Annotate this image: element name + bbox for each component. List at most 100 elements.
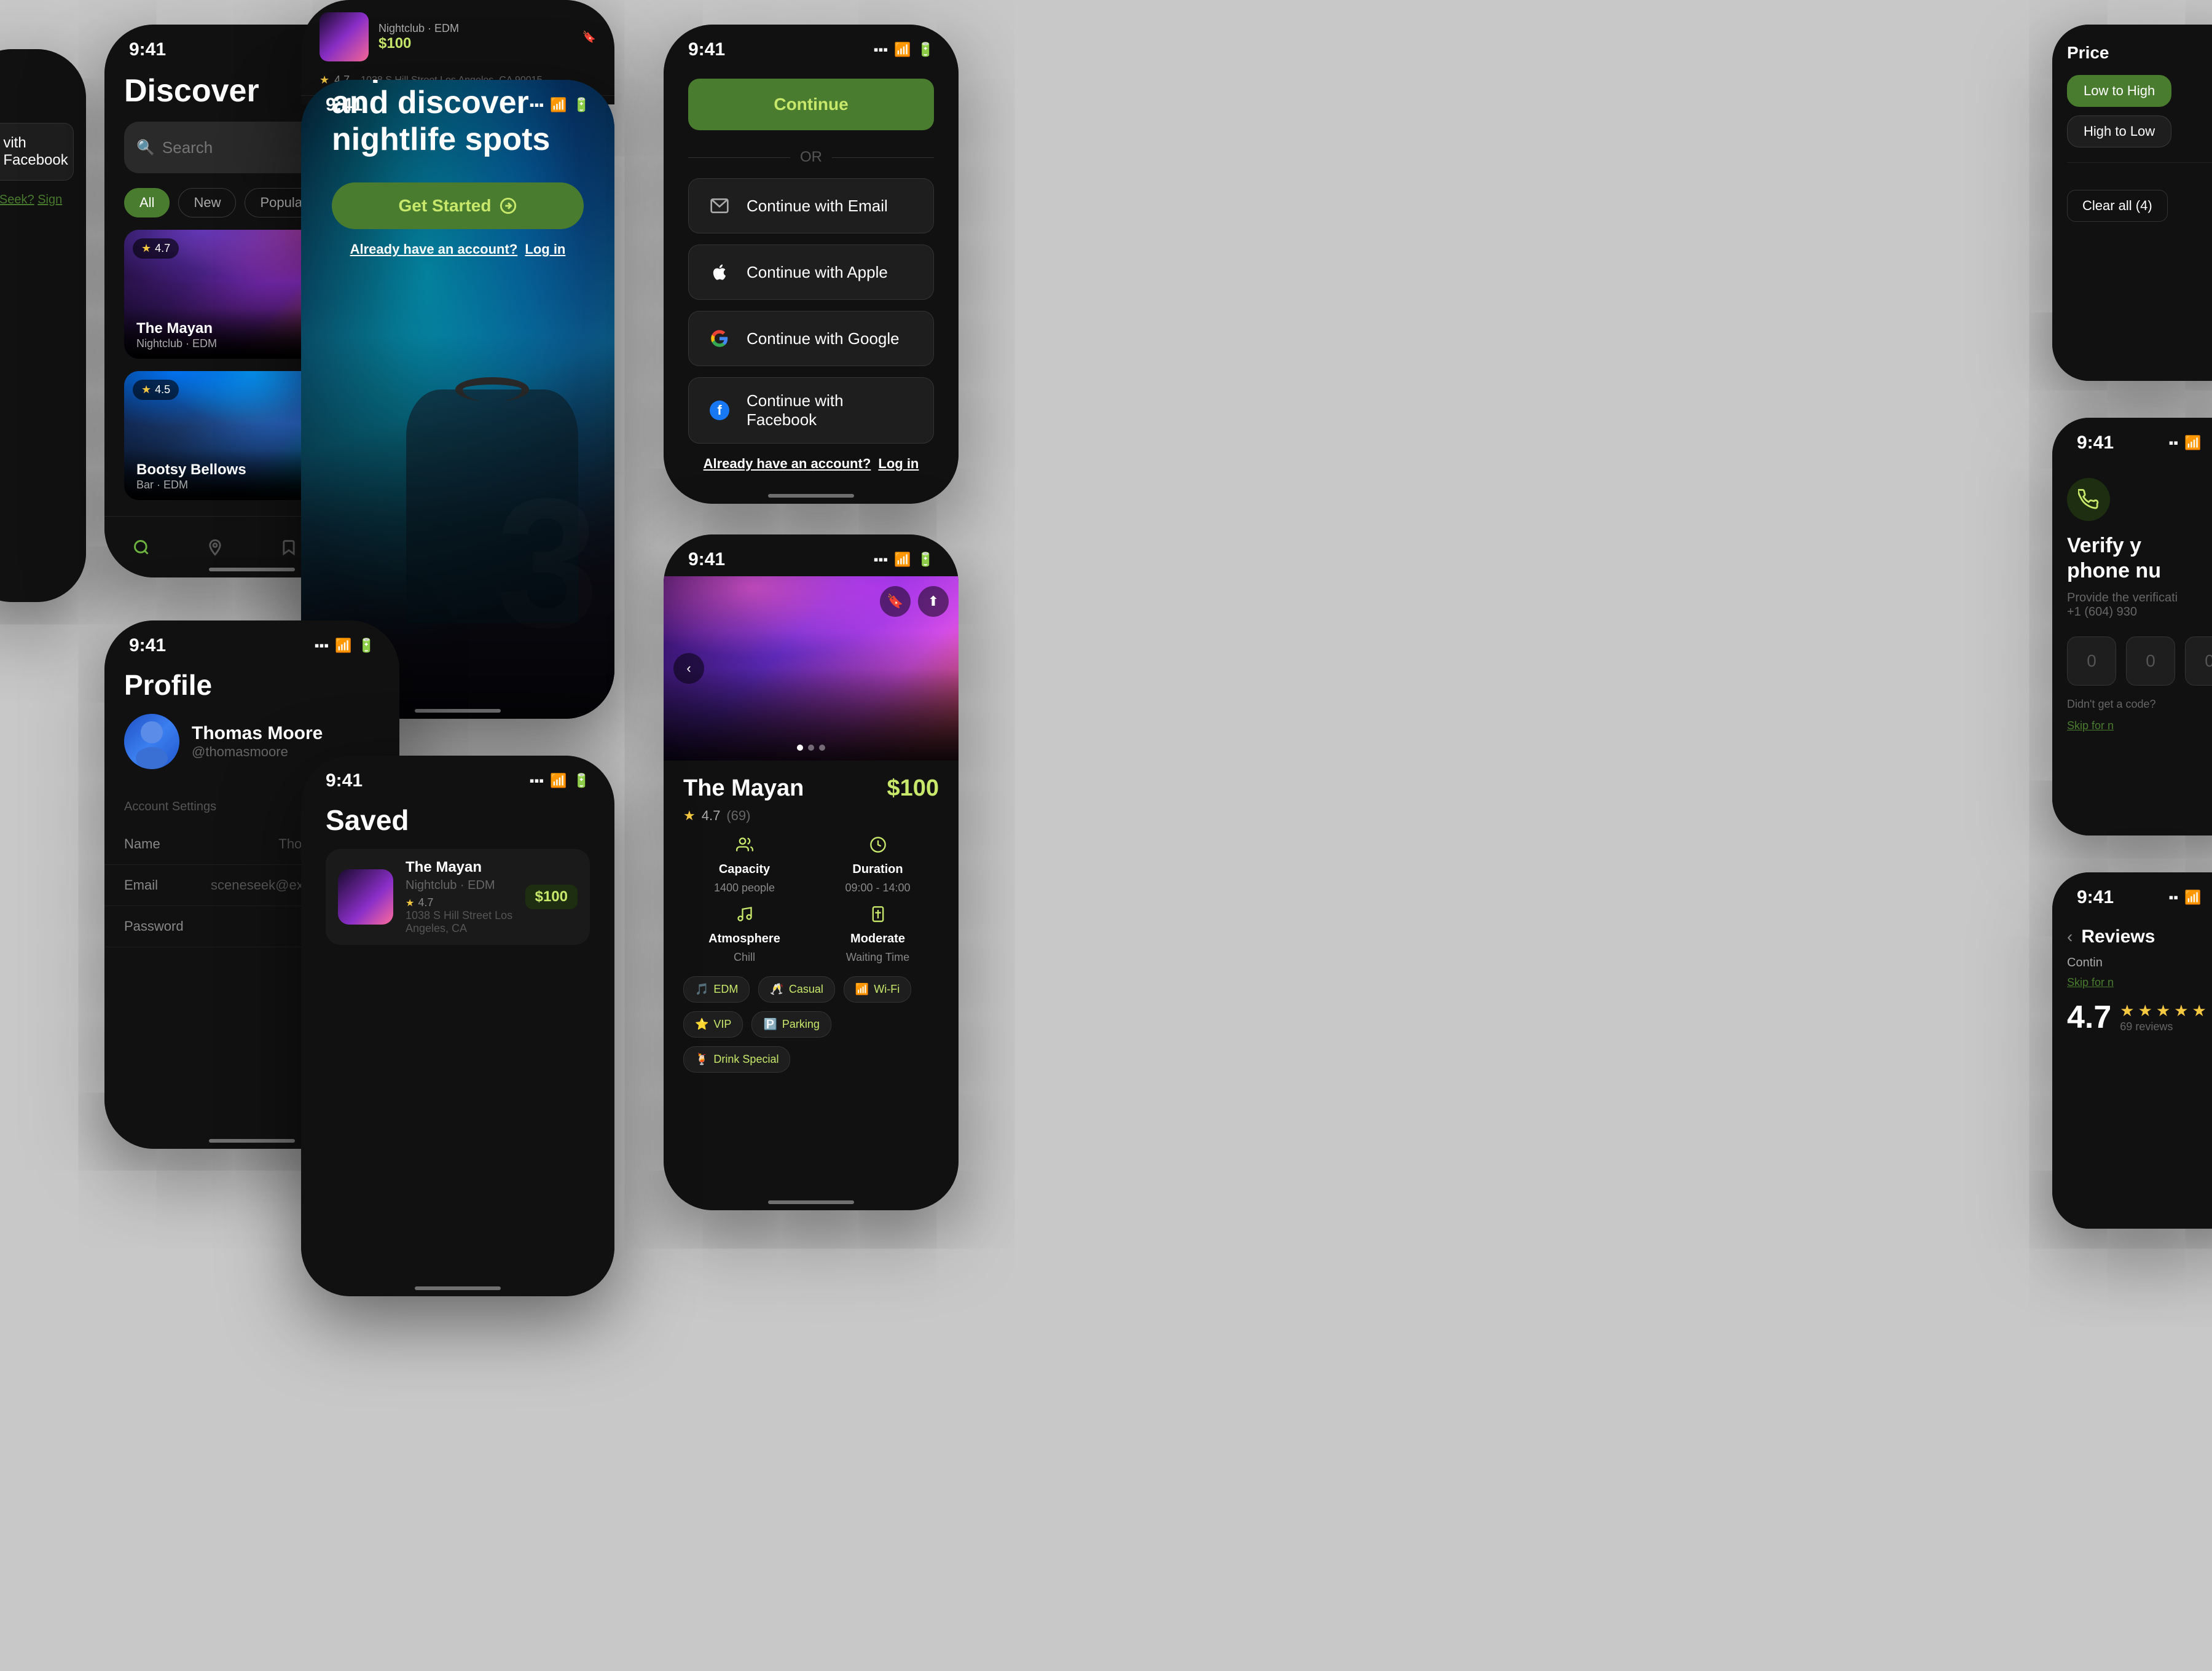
star-3: ★ [2156,1001,2170,1020]
status-bar-reviews: 9:41 ▪▪ 📶 🔋 [2052,872,2212,914]
get-started-button[interactable]: Get Started [332,182,584,229]
skip-reviews-link[interactable]: Skip for n [2067,976,2212,989]
or-divider: OR [688,149,934,166]
continue-apple-button[interactable]: Continue with Apple [688,245,934,300]
tag-drink: 🍹 Drink Special [683,1046,790,1073]
username: Thomas Moore [192,723,323,744]
price-chip-low-high[interactable]: Low to High [2067,75,2171,107]
vip-icon: ⭐ [695,1018,708,1031]
chip-new[interactable]: New [178,188,236,217]
tag-wifi: 📶 Wi-Fi [844,976,911,1003]
hero-login-link[interactable]: Log in [525,241,565,257]
verify-sub: Provide the verificati+1 (604) 930 [2067,591,2212,619]
resend-text: Didn't get a code? [2067,698,2212,711]
hero-title: Exploreand discovernightlife spots [332,80,584,158]
settings-name-label: Name [124,836,160,852]
phone-verify-icon [2067,478,2110,521]
wifi-icon-verify: 📶 [2184,435,2201,451]
price-filter-label: Price [2067,43,2212,63]
home-indicator-venue [768,1200,854,1204]
status-time-profile: 9:41 [129,635,166,656]
wifi-icon-reviews: 📶 [2184,890,2201,906]
continue-google-button[interactable]: Continue with Google [688,311,934,366]
continue-button[interactable]: Continue [688,79,934,130]
tag-edm: 🎵 EDM [683,976,750,1003]
detail-atmosphere: Atmosphere Chill [683,906,806,964]
facebook-icon-auth: f [706,397,733,424]
continue-email-button[interactable]: Continue with Email [688,178,934,233]
skip-link[interactable]: Skip for n [2067,719,2212,732]
reviews-stars: ★ ★ ★ ★ ★ [2120,1001,2206,1020]
price-chips: Low to High High to Low [2067,75,2212,147]
signup-partial-text: een Seek? Sign up [0,193,74,221]
wifi-icon-profile: 📶 [335,638,351,654]
battery-icon-profile: 🔋 [358,638,375,654]
reviews-back-button[interactable]: ‹ [2067,927,2073,947]
saved-price-mayan: $100 [525,885,578,909]
phone-price-filter: Price Low to High High to Low Clear all … [2052,25,2212,381]
settings-email-label: Email [124,877,158,893]
casual-icon: 🥂 [770,983,783,996]
venue-hero-image: ‹ 🔖 ⬆ [664,576,959,761]
star-2: ★ [2138,1001,2152,1020]
dot-2[interactable] [808,745,814,751]
saved-title: Saved [301,797,614,849]
facebook-btn-label: Continue with Facebook [747,391,916,429]
tag-casual: 🥂 Casual [758,976,834,1003]
saved-star: ★ [406,897,414,909]
rating-bootsy: ★ 4.5 [133,380,179,400]
waiting-icon [869,906,887,927]
reviews-title: Reviews [2081,926,2155,947]
saved-card-mayan[interactable]: The Mayan Nightclub · EDM ★ 4.7 1038 S H… [326,849,590,945]
status-bar-profile: 9:41 ▪▪▪ 📶 🔋 [104,620,399,662]
battery-icon-reviews: 🔋 [2208,890,2212,906]
profile-title: Profile [124,668,380,702]
status-bar-venue: 9:41 ▪▪▪ 📶 🔋 [664,534,959,576]
music-icon: 🎵 [695,983,708,996]
status-bar-verify: 9:41 ▪▪ 📶 🔋 [2052,418,2212,460]
get-started-label: Get Started [399,196,492,216]
venue-share-button[interactable]: ⬆ [918,586,949,617]
status-time-saved: 9:41 [326,770,363,791]
dot-3[interactable] [819,745,825,751]
nav-location[interactable] [206,539,224,556]
signal-icon-venue: ▪▪▪ [874,552,888,568]
home-indicator-discover [209,568,295,571]
detail-duration: Duration 09:00 - 14:00 [817,836,939,894]
clear-all-button[interactable]: Clear all (4) [2067,190,2168,222]
wifi-icon-venue: 📶 [894,552,911,568]
email-icon [706,192,733,219]
battery-icon-venue: 🔋 [917,552,934,568]
nav-bookmark[interactable] [280,539,297,556]
continue-facebook-button[interactable]: f Continue with Facebook [688,377,934,444]
detail-capacity: Capacity 1400 people [683,836,806,894]
wifi-icon-auth: 📶 [894,42,911,58]
nav-search[interactable] [133,539,150,556]
otp-3[interactable]: 0 [2185,636,2212,686]
home-indicator-saved [415,1286,501,1290]
saved-thumb-mayan [338,869,393,925]
rating-mayan: ★ 4.7 [133,238,179,259]
battery-icon-auth: 🔋 [917,42,934,58]
facebook-partial-btn[interactable]: f vith Facebook [0,123,74,181]
venue-back-button[interactable]: ‹ [673,653,704,684]
auth-login-link[interactable]: Log in [878,456,919,471]
saved-info-mayan: The Mayan Nightclub · EDM ★ 4.7 1038 S H… [406,859,513,935]
wifi-tag-icon: 📶 [855,983,869,996]
venue-rating-row: ★ 4.7 (69) [683,808,939,824]
wifi-icon-saved: 📶 [550,773,567,789]
otp-2[interactable]: 0 [2126,636,2175,686]
phone-partial-left: f vith Facebook een Seek? Sign up [0,49,86,602]
otp-1[interactable]: 0 [2067,636,2116,686]
phone-auth: 9:41 ▪▪▪ 📶 🔋 Continue OR [664,25,959,504]
battery-icon-verify: 🔋 [2208,435,2212,451]
star-4: ★ [2174,1001,2188,1020]
venue-bookmark-button[interactable]: 🔖 [880,586,911,617]
price-chip-high-low[interactable]: High to Low [2067,115,2171,147]
signal-icon-auth: ▪▪▪ [874,42,888,58]
chip-all[interactable]: All [124,188,170,217]
venue-action-buttons: 🔖 ⬆ [880,586,949,617]
dot-1[interactable] [797,745,803,751]
continue-partial: Contin [2067,956,2212,970]
venue-details-grid: Capacity 1400 people Duration 09:00 - 14… [683,836,939,964]
